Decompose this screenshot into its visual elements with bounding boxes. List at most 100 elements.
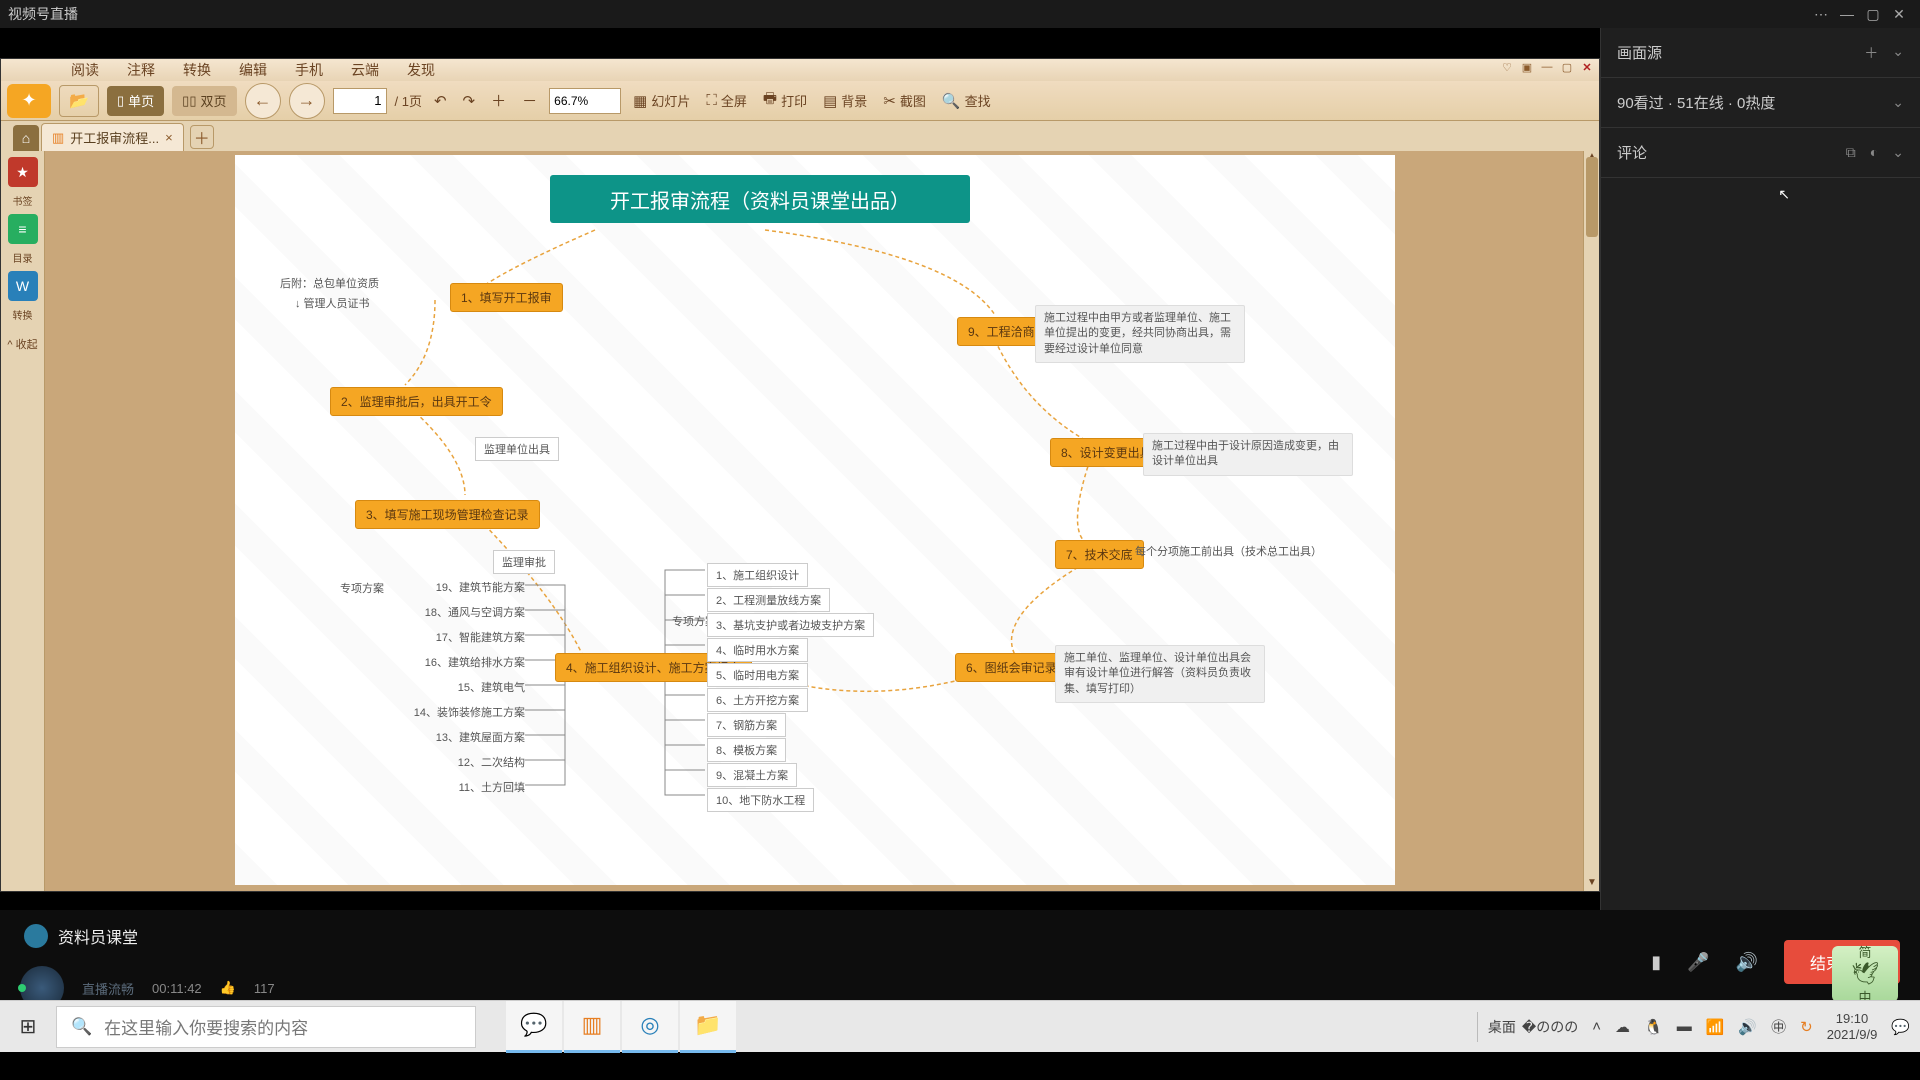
page-number-input[interactable] [333, 88, 387, 114]
system-tray: 桌面�ののの ˄ ☁ 🐧 ▬ 📶 🔊 ㊥ ↻ 19:10 2021/9/9 💬 [1477, 1011, 1910, 1042]
left-item: 19、建筑节能方案 [385, 579, 525, 595]
redo-button[interactable]: ↷ [459, 92, 480, 110]
add-source-icon[interactable]: ＋ [1864, 43, 1878, 63]
ime-indicator[interactable]: 简 🕊 中 [1832, 946, 1898, 1002]
menu-convert[interactable]: 转换 [183, 60, 211, 80]
right-item: 10、地下防水工程 [707, 788, 814, 812]
stream-preview: 阅读 注释 转换 编辑 手机 云端 发现 ♡ ▣ ― ▢ ✕ ✦ 📂 ▯ [0, 28, 1600, 910]
comments-area: ↖ [1601, 178, 1920, 910]
notifications-icon[interactable]: 💬 [1891, 1018, 1910, 1036]
pdf-close-icon[interactable]: ✕ [1579, 61, 1595, 75]
chevron-down-icon[interactable]: ⌄ [1892, 94, 1904, 111]
left-item: 13、建筑屋面方案 [385, 729, 525, 745]
menu-cloud[interactable]: 云端 [351, 60, 379, 80]
chevron-down-icon[interactable]: ⌄ [1892, 43, 1904, 63]
pdf-tabbar: ⌂ ▥ 开工报审流程... × ＋ [1, 121, 1599, 151]
chevron-down-icon[interactable]: ⌄ [1892, 144, 1904, 161]
taskbar-app-explorer[interactable]: 📁 [680, 1001, 736, 1053]
search-button[interactable]: 🔍查找 [938, 91, 995, 110]
pdf-page: 开工报审流程（资料员课堂出品） 1、填写开工报审 后附：总包单位资质 ↓ 管理人… [235, 155, 1395, 885]
pdf-app-logo-icon[interactable]: ✦ [7, 84, 51, 118]
zoom-in-button[interactable]: ＋ [487, 90, 510, 111]
close-icon[interactable]: ✕ [1886, 6, 1912, 23]
node-8-note: 施工过程中由于设计原因造成变更，由设计单位出具 [1143, 433, 1353, 476]
tray-qq-icon[interactable]: 🐧 [1644, 1018, 1663, 1036]
tab-title: 开工报审流程... [70, 128, 159, 147]
tab-close-icon[interactable]: × [165, 130, 173, 145]
taskbar-app-pdf[interactable]: ▥ [564, 1001, 620, 1053]
forward-button[interactable]: → [289, 83, 325, 119]
bookmark-icon[interactable]: ★ [8, 157, 38, 187]
menu-read[interactable]: 阅读 [71, 60, 99, 80]
single-page-button[interactable]: ▯ 单页 [107, 86, 164, 116]
more-icon[interactable]: ⋯ [1808, 6, 1834, 23]
clock-time: 19:10 [1827, 1011, 1878, 1027]
left-item: 18、通风与空调方案 [385, 604, 525, 620]
new-tab-button[interactable]: ＋ [190, 125, 214, 149]
document-tab[interactable]: ▥ 开工报审流程... × [41, 123, 184, 151]
screenshot-button[interactable]: ✂截图 [879, 91, 930, 110]
channel-avatar-icon[interactable] [24, 924, 48, 948]
zoom-select[interactable] [549, 88, 621, 114]
scroll-down-icon[interactable]: ▼ [1584, 877, 1599, 891]
tray-chevron-up-icon[interactable]: ˄ [1592, 1018, 1601, 1035]
menu-annot[interactable]: 注释 [127, 60, 155, 80]
thumbs-up-icon[interactable]: 👍 [220, 980, 236, 996]
node-2: 2、监理审批后，出具开工令 [330, 387, 503, 416]
tray-battery-icon[interactable]: ▬ [1677, 1018, 1692, 1035]
node-1: 1、填写开工报审 [450, 283, 563, 312]
popout-icon[interactable]: ⧉ [1846, 144, 1856, 161]
zoom-out-button[interactable]: － [518, 90, 541, 111]
tray-ime-icon[interactable]: ㊥ [1771, 1016, 1786, 1037]
pdf-gift-icon[interactable]: ▣ [1519, 61, 1535, 75]
stats-row[interactable]: 90看过 · 51在线 · 0热度 ⌄ [1601, 78, 1920, 128]
maximize-icon[interactable]: ▢ [1860, 6, 1886, 23]
menu-edit[interactable]: 编辑 [239, 60, 267, 80]
open-file-icon[interactable]: 📂 [59, 85, 99, 117]
pdf-canvas[interactable]: 开工报审流程（资料员课堂出品） 1、填写开工报审 后附：总包单位资质 ↓ 管理人… [45, 151, 1599, 891]
node-6-note: 施工单位、监理单位、设计单位出具会审有设计单位进行解答（资料员负责收集、填写打印… [1055, 645, 1265, 703]
convert-icon[interactable]: W [8, 271, 38, 301]
camera-icon[interactable]: ▮ [1651, 952, 1661, 973]
left-item: 14、装饰装修施工方案 [373, 704, 525, 720]
slideshow-button[interactable]: ▦幻灯片 [629, 91, 694, 110]
taskbar-clock[interactable]: 19:10 2021/9/9 [1827, 1011, 1878, 1042]
pdf-min-icon[interactable]: ― [1539, 61, 1555, 75]
vertical-scrollbar[interactable]: ▲ ▼ [1583, 151, 1599, 891]
pdf-favorite-icon[interactable]: ♡ [1499, 61, 1515, 75]
taskbar-app-wechat[interactable]: 💬 [506, 1001, 562, 1053]
show-desktop-button[interactable]: 桌面�ののの [1477, 1012, 1578, 1042]
fullscreen-button[interactable]: ⛶全屏 [702, 91, 751, 110]
tray-onedrive-icon[interactable]: ☁ [1615, 1018, 1630, 1036]
video-source-label: 画面源 [1617, 42, 1662, 63]
node-3-note: 监理审批 [493, 550, 555, 574]
print-button[interactable]: 🖶打印 [759, 88, 811, 113]
background-button[interactable]: ▤背景 [819, 91, 871, 110]
start-button[interactable]: ⊞ [0, 1001, 56, 1053]
tray-volume-icon[interactable]: 🔊 [1738, 1018, 1757, 1036]
pdf-max-icon[interactable]: ▢ [1559, 61, 1575, 75]
taskbar-app-browser[interactable]: ◎ [622, 1001, 678, 1053]
tray-sync-icon[interactable]: ↻ [1800, 1018, 1813, 1036]
taskbar-search[interactable]: 🔍 在这里输入你要搜索的内容 [56, 1006, 476, 1048]
tray-wifi-icon[interactable]: 📶 [1706, 1018, 1725, 1036]
right-item: 3、基坑支护或者边坡支护方案 [707, 613, 874, 637]
right-item: 5、临时用电方案 [707, 663, 808, 687]
right-item: 6、土方开挖方案 [707, 688, 808, 712]
microphone-icon[interactable]: 🎤 [1687, 952, 1709, 973]
menu-mobile[interactable]: 手机 [295, 60, 323, 80]
menu-discover[interactable]: 发现 [407, 60, 435, 80]
home-tab-icon[interactable]: ⌂ [13, 125, 39, 151]
back-button[interactable]: ← [245, 83, 281, 119]
toc-icon[interactable]: ≡ [8, 214, 38, 244]
double-page-button[interactable]: ▯▯ 双页 [172, 86, 236, 116]
speaker-icon[interactable]: 🔊 [1736, 952, 1758, 973]
sidebar-collapse-button[interactable]: ^ 收起 [7, 336, 37, 352]
hide-icon[interactable]: ◐ [1870, 144, 1878, 161]
undo-button[interactable]: ↶ [430, 92, 451, 110]
node-6: 6、图纸会审记录 [955, 653, 1068, 682]
channel-name: 资料员课堂 [58, 924, 138, 948]
minimize-icon[interactable]: ― [1834, 6, 1860, 22]
scroll-thumb[interactable] [1586, 157, 1598, 237]
ime-bird-icon: 🕊 [1851, 961, 1879, 987]
